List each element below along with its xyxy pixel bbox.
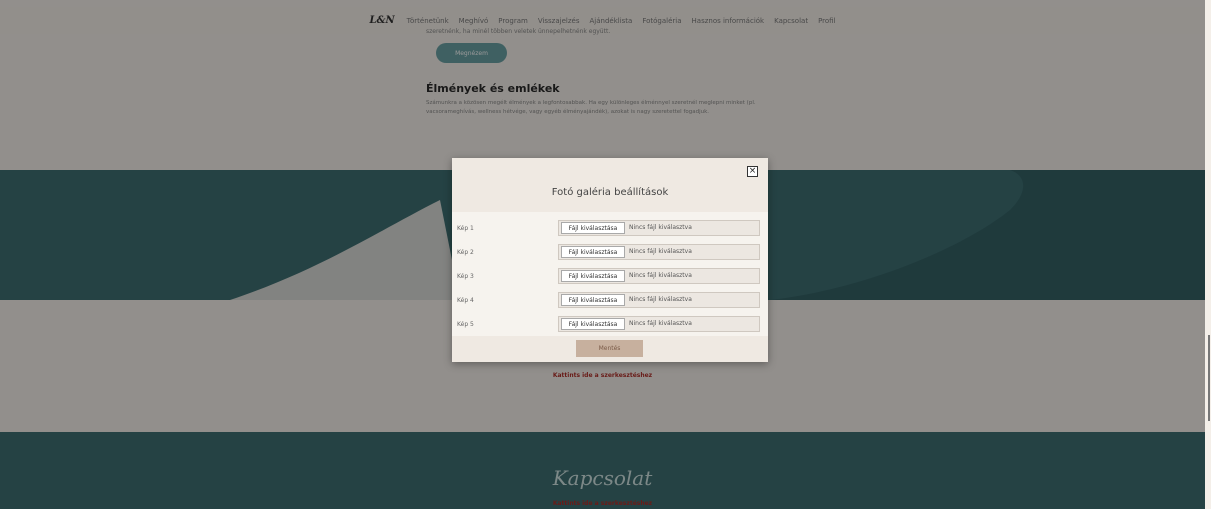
- file-input-3[interactable]: Fájl kiválasztása Nincs fájl kiválasztva: [558, 268, 760, 284]
- image-fields: Kép 1 Fájl kiválasztása Nincs fájl kivál…: [452, 219, 768, 339]
- file-input-1[interactable]: Fájl kiválasztása Nincs fájl kiválasztva: [558, 220, 760, 236]
- image-label: Kép 5: [457, 321, 474, 328]
- image-row-4: Kép 4 Fájl kiválasztása Nincs fájl kivál…: [452, 291, 768, 311]
- choose-file-button[interactable]: Fájl kiválasztása: [561, 222, 625, 234]
- image-row-5: Kép 5 Fájl kiválasztása Nincs fájl kivál…: [452, 315, 768, 335]
- image-label: Kép 4: [457, 297, 474, 304]
- choose-file-button[interactable]: Fájl kiválasztása: [561, 246, 625, 258]
- image-row-3: Kép 3 Fájl kiválasztása Nincs fájl kivál…: [452, 267, 768, 287]
- file-input-2[interactable]: Fájl kiválasztása Nincs fájl kiválasztva: [558, 244, 760, 260]
- modal-footer: Mentés: [452, 336, 768, 362]
- page: L&N Történetünk Meghívó Program Visszaje…: [0, 0, 1211, 509]
- file-status: Nincs fájl kiválasztva: [629, 224, 692, 231]
- gallery-settings-modal: Fotó galéria beállítások × Kép 1 Fájl ki…: [452, 158, 768, 362]
- scrollbar-track[interactable]: [1208, 335, 1210, 421]
- choose-file-button[interactable]: Fájl kiválasztása: [561, 294, 625, 306]
- file-status: Nincs fájl kiválasztva: [629, 320, 692, 327]
- save-button[interactable]: Mentés: [576, 340, 643, 357]
- image-label: Kép 2: [457, 249, 474, 256]
- image-row-2: Kép 2 Fájl kiválasztása Nincs fájl kivál…: [452, 243, 768, 263]
- modal-title: Fotó galéria beállítások: [551, 187, 669, 198]
- choose-file-button[interactable]: Fájl kiválasztása: [561, 318, 625, 330]
- close-icon[interactable]: ×: [747, 166, 758, 177]
- file-status: Nincs fájl kiválasztva: [629, 248, 692, 255]
- image-label: Kép 1: [457, 225, 474, 232]
- image-row-1: Kép 1 Fájl kiválasztása Nincs fájl kivál…: [452, 219, 768, 239]
- modal-header: Fotó galéria beállítások ×: [452, 158, 768, 212]
- file-input-5[interactable]: Fájl kiválasztása Nincs fájl kiválasztva: [558, 316, 760, 332]
- choose-file-button[interactable]: Fájl kiválasztása: [561, 270, 625, 282]
- image-label: Kép 3: [457, 273, 474, 280]
- file-status: Nincs fájl kiválasztva: [629, 272, 692, 279]
- file-input-4[interactable]: Fájl kiválasztása Nincs fájl kiválasztva: [558, 292, 760, 308]
- file-status: Nincs fájl kiválasztva: [629, 296, 692, 303]
